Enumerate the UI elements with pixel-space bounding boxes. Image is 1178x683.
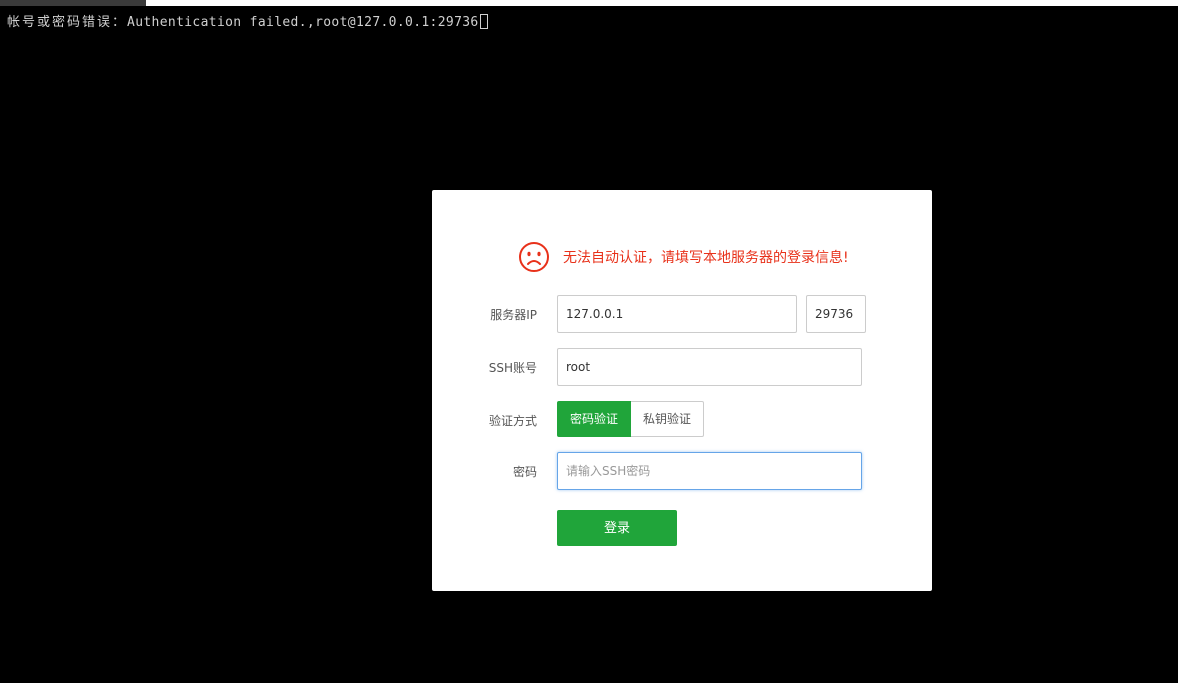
sad-face-icon (518, 241, 550, 273)
ssh-account-input[interactable] (557, 348, 862, 386)
server-ip-input[interactable] (557, 295, 797, 333)
terminal-cursor (479, 14, 488, 29)
private-key-auth-option[interactable]: 私钥验证 (631, 401, 705, 437)
terminal-error-prefix: 帐号或密码错误： (7, 15, 128, 30)
password-auth-option[interactable]: 密码验证 (557, 401, 632, 437)
terminal-error-message: Authentication failed.,root@127.0.0.1:29… (127, 15, 479, 30)
terminal-error-line: 帐号或密码错误：Authentication failed.,root@127.… (7, 14, 488, 32)
server-ip-label: 服务器IP (490, 308, 537, 322)
window-top-bar (0, 0, 1178, 6)
auth-failed-message: 无法自动认证，请填写本地服务器的登录信息! (518, 240, 849, 274)
auth-failed-text: 无法自动认证，请填写本地服务器的登录信息! (563, 250, 849, 266)
password-input[interactable] (557, 452, 862, 490)
auth-method-label: 验证方式 (488, 414, 537, 428)
login-button[interactable]: 登录 (557, 510, 677, 546)
password-label: 密码 (512, 465, 537, 479)
ssh-account-label: SSH账号 (488, 361, 537, 375)
server-port-input[interactable] (806, 295, 866, 333)
auth-method-toggle: 密码验证 私钥验证 (557, 401, 705, 437)
ssh-login-dialog: 无法自动认证，请填写本地服务器的登录信息! 服务器IP SSH账号 验证方式 密… (432, 190, 932, 591)
terminal-tab[interactable] (0, 0, 146, 6)
